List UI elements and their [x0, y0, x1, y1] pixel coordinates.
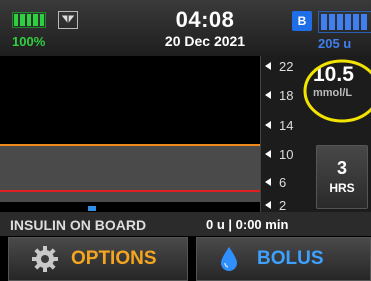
time-range-button[interactable]: 3 HRS	[316, 145, 368, 209]
date: 20 Dec 2021	[164, 33, 246, 49]
insulin-on-board-value: 0 u | 0:00 min	[206, 217, 289, 232]
target-low-line	[0, 190, 260, 192]
cartridge-units: 205 u	[318, 36, 352, 51]
gear-icon	[32, 246, 58, 272]
status-bar: 100% 04:08 20 Dec 2021 B 205 u	[0, 0, 371, 56]
y-tick: 14	[261, 118, 307, 133]
y-tick: 22	[261, 59, 307, 74]
insulin-on-board-bar: INSULIN ON BOARD 0 u | 0:00 min	[0, 212, 371, 236]
cgm-graph	[0, 56, 260, 212]
highlight-ring	[303, 59, 371, 123]
bolus-label: BOLUS	[257, 248, 324, 269]
y-tick: 18	[261, 88, 307, 103]
graph-marker	[88, 206, 96, 211]
battery-percentage: 100%	[12, 34, 46, 49]
options-label: OPTIONS	[71, 248, 157, 269]
time-range-value: 3	[336, 158, 347, 178]
bolus-button[interactable]: BOLUS	[196, 237, 371, 281]
options-button[interactable]: OPTIONS	[8, 237, 188, 281]
insulin-on-board-label: INSULIN ON BOARD	[10, 217, 147, 233]
drop-icon	[221, 247, 237, 271]
bluetooth-icon: B	[292, 11, 312, 31]
y-tick: 6	[261, 175, 307, 190]
y-tick: 10	[261, 147, 307, 162]
target-range-band	[0, 144, 260, 202]
y-axis: 22 18 14 10 6 2	[260, 56, 307, 213]
time-range-unit: HRS	[329, 181, 355, 195]
y-tick: 2	[261, 198, 307, 213]
battery-icon	[12, 12, 46, 28]
target-high-line	[0, 144, 260, 146]
clock: 04:08	[175, 7, 235, 32]
cartridge-icon	[318, 11, 371, 33]
wifi-icon	[58, 11, 78, 29]
